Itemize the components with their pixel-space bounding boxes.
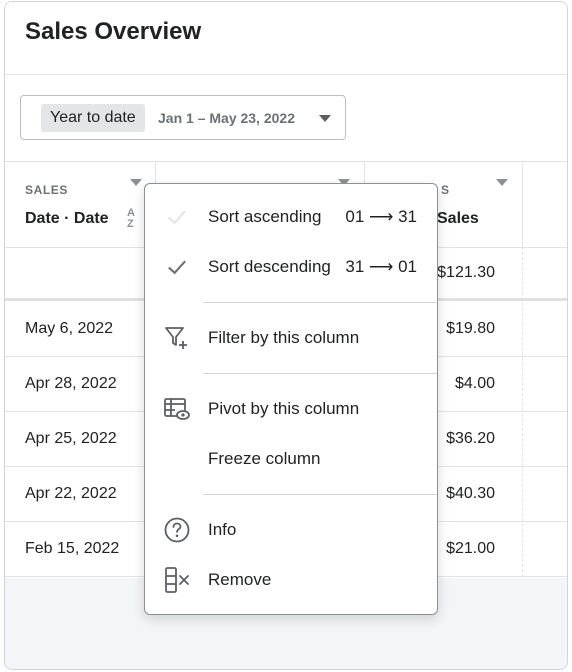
date-range-picker[interactable]: Year to date Jan 1 – May 23, 2022 <box>20 95 346 140</box>
menu-item-label: Freeze column <box>208 449 321 468</box>
remove-column-icon <box>165 567 189 593</box>
date-range-value: Jan 1 – May 23, 2022 <box>158 110 295 126</box>
menu-separator <box>203 302 437 303</box>
column-section-label: S <box>441 183 450 197</box>
check-icon <box>168 210 186 225</box>
column-divider <box>522 161 523 247</box>
menu-item-sort-descending[interactable]: Sort descending 31 ⟶ 01 <box>145 242 437 292</box>
menu-item-info[interactable]: Info <box>145 505 437 555</box>
menu-item-remove[interactable]: Remove <box>145 555 437 605</box>
table-cell-date: Feb 15, 2022 <box>25 540 120 557</box>
menu-item-freeze[interactable]: Freeze column <box>145 434 437 484</box>
pivot-table-icon <box>164 398 190 420</box>
menu-item-sort-ascending[interactable]: Sort ascending 01 ⟶ 31 <box>145 192 437 242</box>
menu-item-label: Sort descending <box>208 257 331 276</box>
menu-separator <box>203 373 437 374</box>
card-title: Sales Overview <box>25 18 202 45</box>
column-menu-caret-icon[interactable] <box>130 179 142 186</box>
menu-item-shortcut: 01 ⟶ 31 <box>345 207 417 226</box>
question-circle-icon <box>164 517 190 543</box>
title-divider <box>5 74 567 75</box>
table-cell-date: Apr 25, 2022 <box>25 430 117 447</box>
table-cell-date: May 6, 2022 <box>25 320 114 337</box>
menu-item-pivot[interactable]: Pivot by this column <box>145 384 437 434</box>
menu-item-filter[interactable]: Filter by this column <box>145 313 437 363</box>
column-section-label: SALES <box>25 183 69 197</box>
table-cell-date: Apr 28, 2022 <box>25 375 117 392</box>
date-range-preset[interactable]: Year to date <box>41 104 145 132</box>
table-top-border <box>5 161 567 162</box>
column-context-menu: Sort ascending 01 ⟶ 31 Sort descending 3… <box>144 183 438 615</box>
menu-item-label: Sort ascending <box>208 207 322 226</box>
menu-item-shortcut: 31 ⟶ 01 <box>345 257 417 276</box>
table-cell-date: Apr 22, 2022 <box>25 485 117 502</box>
column-menu-caret-icon[interactable] <box>496 179 508 186</box>
menu-item-label: Remove <box>208 570 272 589</box>
check-icon <box>168 260 186 275</box>
chevron-down-icon[interactable] <box>319 115 331 122</box>
menu-item-label: Info <box>208 520 237 539</box>
column-title-date[interactable]: Date · Date <box>25 210 109 228</box>
menu-item-label: Filter by this column <box>208 328 360 347</box>
column-title-sales[interactable]: Sales <box>437 210 479 228</box>
menu-item-label: Pivot by this column <box>208 399 360 418</box>
filter-add-icon <box>165 327 187 349</box>
column-divider <box>522 247 523 577</box>
menu-separator <box>203 494 437 495</box>
